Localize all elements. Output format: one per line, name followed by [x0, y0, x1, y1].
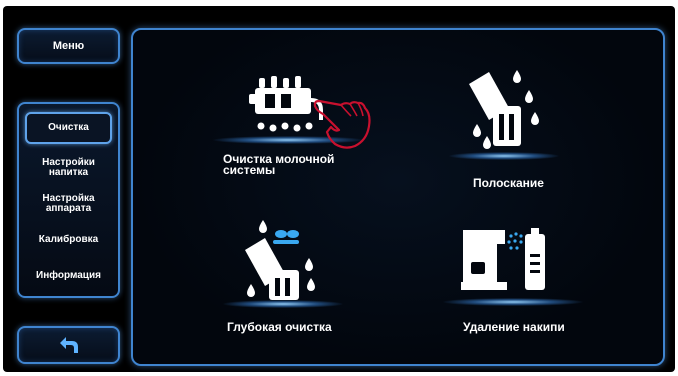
glow-underline: [223, 300, 343, 308]
sidebar-item-label: Настройка аппарата: [42, 193, 95, 214]
descaling-icon: [461, 228, 545, 290]
deep-cleaning-icon: [245, 220, 315, 300]
tile-label: Удаление накипи: [463, 320, 565, 334]
main-panel: Очистка молочной системы Полоскание Глуб…: [131, 28, 665, 366]
tile-label: Полоскание: [473, 176, 544, 190]
sidebar-item-drink-settings[interactable]: Настройки напитка: [25, 154, 112, 182]
glow-underline: [449, 152, 559, 160]
tile-deep-cleaning[interactable]: Глубокая очистка: [193, 210, 393, 360]
sidebar-item-label: Информация: [36, 270, 101, 281]
tile-descaling[interactable]: Удаление накипи: [433, 210, 633, 360]
sidebar-item-machine-settings[interactable]: Настройка аппарата: [25, 190, 112, 218]
glow-underline: [443, 298, 583, 306]
device-screen: Меню Очистка Настройки напитка Настройка…: [3, 6, 675, 372]
sidebar: Очистка Настройки напитка Настройка аппа…: [17, 102, 120, 298]
back-arrow-icon: [59, 337, 78, 353]
sidebar-item-label: Очистка: [48, 122, 89, 133]
sidebar-item-calibration[interactable]: Калибровка: [25, 230, 112, 250]
back-button[interactable]: [17, 326, 120, 364]
sidebar-item-cleaning[interactable]: Очистка: [25, 112, 112, 144]
tile-label: Очистка молочной системы: [223, 152, 335, 177]
sidebar-item-information[interactable]: Информация: [25, 266, 112, 286]
pointing-hand-icon: [313, 99, 371, 149]
tile-rinse[interactable]: Полоскание: [433, 50, 633, 200]
sidebar-item-label: Калибровка: [38, 234, 99, 245]
sidebar-item-label: Настройки напитка: [42, 157, 95, 178]
rinse-icon: [469, 70, 539, 149]
tile-label: Глубокая очистка: [227, 320, 332, 334]
menu-button-label: Меню: [52, 40, 85, 52]
menu-button[interactable]: Меню: [17, 28, 120, 64]
